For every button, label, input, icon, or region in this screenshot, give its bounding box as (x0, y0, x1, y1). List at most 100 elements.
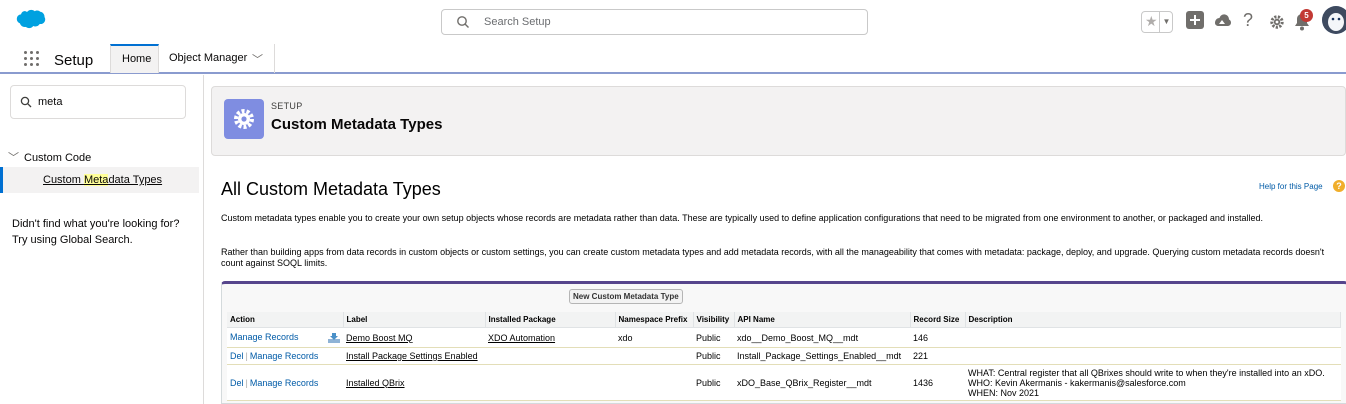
avatar[interactable] (1322, 6, 1346, 34)
help-icon[interactable]: ? (1243, 10, 1253, 32)
column-header: Description (965, 312, 1341, 328)
tree-node-custom-code[interactable]: ﹀ Custom Code (8, 149, 91, 165)
search-icon (457, 16, 469, 28)
notification-badge: 5 (1300, 9, 1313, 22)
package-cell (485, 347, 615, 365)
tab-home-label: Home (122, 53, 152, 65)
tab-object-manager-label: Object Manager (169, 52, 248, 64)
table-row: Del | Manage Records Installed QBrix Publi… (227, 364, 1341, 401)
api-name-cell: Install_Package_Settings_Enabled__mdt (734, 347, 910, 365)
del-link[interactable]: Del (230, 378, 244, 388)
help-icon[interactable]: ? (1333, 180, 1345, 192)
tab-home[interactable]: Home (110, 44, 159, 73)
section-title: All Custom Metadata Types (221, 179, 441, 199)
search-highlight: Meta (83, 174, 109, 186)
separator: | (245, 377, 248, 388)
separator: | (245, 351, 248, 361)
manage-records-link[interactable]: Manage Records (250, 351, 319, 361)
description-paragraph: Custom metadata types enable you to crea… (221, 213, 1263, 223)
new-custom-metadata-type-button[interactable]: New Custom Metadata Type (569, 289, 683, 304)
chevron-down-icon[interactable]: ﹀ (8, 149, 19, 165)
salesforce-cloud-icon[interactable] (13, 9, 47, 33)
namespace-cell (615, 364, 693, 401)
quick-find-value: meta (38, 96, 63, 108)
sidebar-item-text: data Types (108, 174, 163, 186)
favorites-button[interactable]: ★ ▼ (1141, 11, 1173, 33)
namespace-cell (615, 347, 693, 365)
help-link[interactable]: Help for this Page (1259, 182, 1323, 191)
main-content: SETUP Custom Metadata Types All Custom M… (210, 75, 1346, 404)
sidebar-item-custom-metadata-types[interactable]: Custom Metadata Types (0, 167, 199, 193)
visibility-cell: Public (693, 347, 734, 365)
add-icon[interactable] (1186, 11, 1204, 29)
metadata-types-table: Action Label Installed Package Namespace… (227, 312, 1341, 401)
description-cell (965, 347, 1341, 365)
page-header: SETUP Custom Metadata Types (211, 86, 1346, 156)
quick-find-input[interactable]: meta (10, 85, 186, 119)
description-line: WHAT: Central register that all QBrixes … (968, 367, 1325, 378)
gear-icon (224, 99, 264, 139)
manage-records-link[interactable]: Manage Records (250, 378, 319, 388)
description-cell (965, 327, 1341, 348)
sidebar-item-link[interactable]: Custom Metadata Types (43, 174, 162, 186)
package-cell (485, 364, 615, 401)
hint-line: Try using Global Search. (12, 234, 133, 246)
column-header: Record Size (910, 312, 966, 328)
no-results-hint: Didn't find what you're looking for? Try… (12, 216, 179, 248)
column-header: Action (227, 312, 344, 328)
download-icon[interactable] (328, 333, 340, 343)
sidebar-item-text: Custom (43, 174, 84, 186)
hint-line: Didn't find what you're looking for? (12, 218, 180, 230)
column-header: API Name (734, 312, 911, 328)
visibility-cell: Public (693, 327, 734, 348)
package-cell: XDO Automation (485, 327, 615, 348)
list-block: New Custom Metadata Type Action Label In… (221, 281, 1346, 404)
chevron-down-icon[interactable]: ▼ (1159, 12, 1173, 32)
label-cell: Installed QBrix (343, 364, 485, 401)
search-placeholder: Search Setup (484, 16, 551, 28)
description-line: WHO: Kevin Akermanis - kakermanis@salesf… (968, 377, 1186, 388)
description-cell: WHAT: Central register that all QBrixes … (965, 364, 1341, 401)
favorites-star-icon: ★ (1145, 13, 1158, 29)
search-icon (20, 96, 32, 108)
record-size-cell: 221 (910, 347, 965, 365)
gear-icon[interactable] (1269, 14, 1285, 30)
api-name-cell: xdo__Demo_Boost_MQ__mdt (734, 327, 910, 348)
description-paragraph: Rather than building apps from data reco… (221, 247, 1325, 268)
label-cell: Demo Boost MQ (343, 327, 485, 348)
label-link[interactable]: Install Package Settings Enabled (346, 351, 478, 361)
record-size-cell: 1436 (910, 364, 965, 401)
action-cell: Del | Manage Records (227, 347, 343, 365)
app-name: Setup (54, 52, 94, 69)
chevron-down-icon[interactable]: ﹀ (252, 51, 263, 67)
action-cell: Manage Records (227, 327, 343, 348)
page-title: Custom Metadata Types (271, 116, 443, 133)
trailhead-icon[interactable] (1213, 11, 1231, 29)
column-header: Label (343, 312, 486, 328)
table-row: Manage Records Demo Boost MQ XDO Automat… (227, 327, 1341, 348)
label-link[interactable]: Demo Boost MQ (346, 333, 413, 343)
record-size-cell: 146 (910, 327, 965, 348)
visibility-cell: Public (693, 364, 734, 401)
action-cell: Del | Manage Records (227, 364, 343, 401)
del-link[interactable]: Del (230, 351, 244, 361)
column-header: Visibility (693, 312, 735, 328)
table-header-row: Action Label Installed Package Namespace… (227, 312, 1341, 328)
api-name-cell: xDO_Base_QBrix_Register__mdt (734, 364, 910, 401)
namespace-cell: xdo (615, 327, 693, 348)
global-search-input[interactable]: Search Setup (441, 9, 868, 35)
label-cell: Install Package Settings Enabled (343, 347, 485, 365)
package-link[interactable]: XDO Automation (488, 333, 555, 343)
description-line: WHEN: Nov 2021 (968, 387, 1040, 398)
avatar-image (1322, 6, 1346, 34)
column-header: Installed Package (485, 312, 616, 328)
breadcrumb[interactable]: SETUP (271, 101, 303, 111)
app-launcher-icon[interactable] (24, 51, 40, 67)
tree-node-label: Custom Code (24, 152, 92, 164)
app-nav-bar: Setup Home Object Manager ﹀ (0, 44, 1346, 74)
setup-sidebar: meta ﹀ Custom Code Custom Metadata Types … (0, 75, 204, 404)
label-link[interactable]: Installed QBrix (346, 378, 405, 388)
manage-records-link[interactable]: Manage Records (230, 332, 299, 342)
global-header: Search Setup ★ ▼ ? 5 (0, 0, 1346, 45)
tab-object-manager[interactable]: Object Manager ﹀ (159, 44, 275, 73)
